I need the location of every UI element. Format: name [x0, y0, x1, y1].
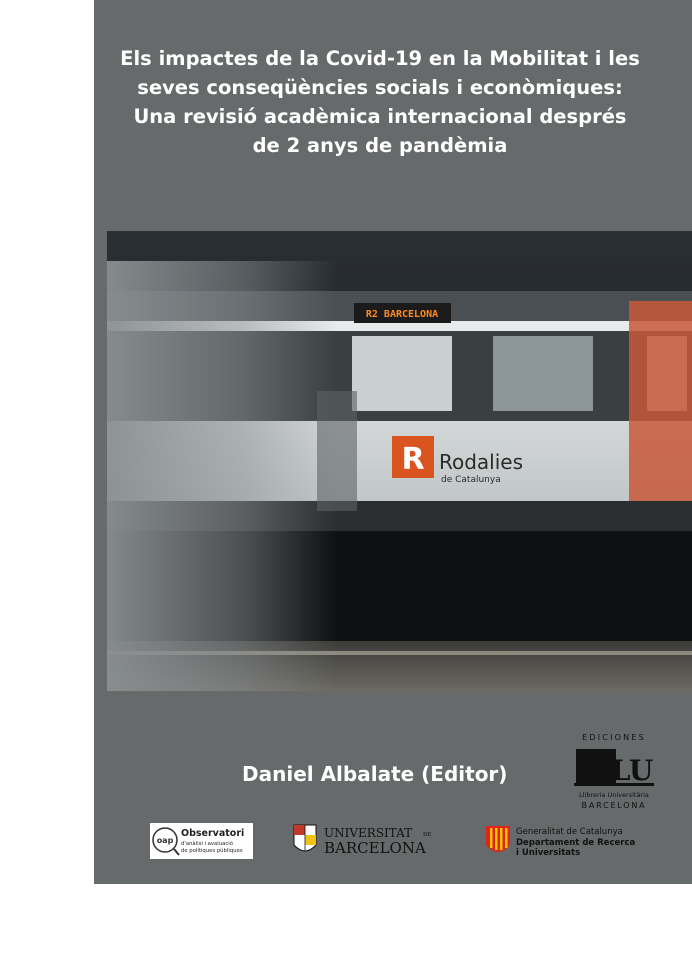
- ub-logo: UNIVERSITAT DE BARCELONA: [292, 823, 442, 859]
- generalitat-logo: Generalitat de Catalunya Departament de …: [483, 823, 663, 861]
- title-line-1: Els impactes de la Covid-19 en la Mobili…: [120, 47, 640, 70]
- title-line-3: Una revisió acadèmica internacional desp…: [133, 105, 627, 128]
- svg-text:d'anàlisi i avaluació: d'anàlisi i avaluació: [181, 840, 233, 847]
- svg-text:oap: oap: [157, 836, 174, 845]
- publisher-logo: EDICIONES LU Llibreria Universitària BAR…: [574, 733, 654, 813]
- oap-logo: oap Observatori d'anàlisi i avaluació de…: [150, 823, 253, 859]
- lu-mark-icon: LU: [574, 749, 654, 787]
- publisher-top: EDICIONES: [582, 733, 646, 742]
- ub-shield-icon: UNIVERSITAT DE BARCELONA: [293, 824, 431, 857]
- svg-text:R: R: [401, 442, 424, 477]
- book-cover: Els impactes de la Covid-19 en la Mobili…: [94, 0, 692, 884]
- svg-text:Generalitat de Catalunya: Generalitat de Catalunya: [516, 827, 623, 837]
- rodalies-brand: Rodalies: [439, 450, 523, 474]
- title-line-4: de 2 anys de pandèmia: [252, 134, 508, 157]
- svg-text:i Universitats: i Universitats: [516, 848, 580, 858]
- destination-sign: R2 BARCELONA: [366, 309, 438, 320]
- rodalies-sub: de Catalunya: [441, 475, 501, 485]
- book-title: Els impactes de la Covid-19 en la Mobili…: [94, 44, 666, 160]
- oap-mark-icon: oap Observatori d'anàlisi i avaluació de…: [152, 827, 244, 856]
- svg-text:DE: DE: [423, 832, 431, 838]
- svg-text:BARCELONA: BARCELONA: [324, 839, 426, 857]
- svg-text:Departament de Recerca: Departament de Recerca: [516, 838, 635, 848]
- publisher-line2: BARCELONA: [581, 801, 647, 810]
- svg-text:Observatori: Observatori: [181, 828, 244, 839]
- svg-text:LU: LU: [611, 754, 654, 787]
- publisher-line1: Llibreria Universitària: [579, 791, 649, 799]
- cover-photo-train: R2 BARCELONA R Rodalies de Catalunya: [107, 231, 692, 692]
- generalitat-emblem-icon: Generalitat de Catalunya Departament de …: [486, 826, 635, 858]
- svg-text:de polítiques públiques: de polítiques públiques: [181, 847, 243, 854]
- title-line-2: seves conseqüències socials i econòmique…: [137, 76, 623, 99]
- editor-name: Daniel Albalate (Editor): [242, 762, 508, 786]
- train-illustration: R2 BARCELONA R Rodalies de Catalunya: [107, 231, 692, 692]
- svg-text:UNIVERSITAT: UNIVERSITAT: [324, 826, 412, 840]
